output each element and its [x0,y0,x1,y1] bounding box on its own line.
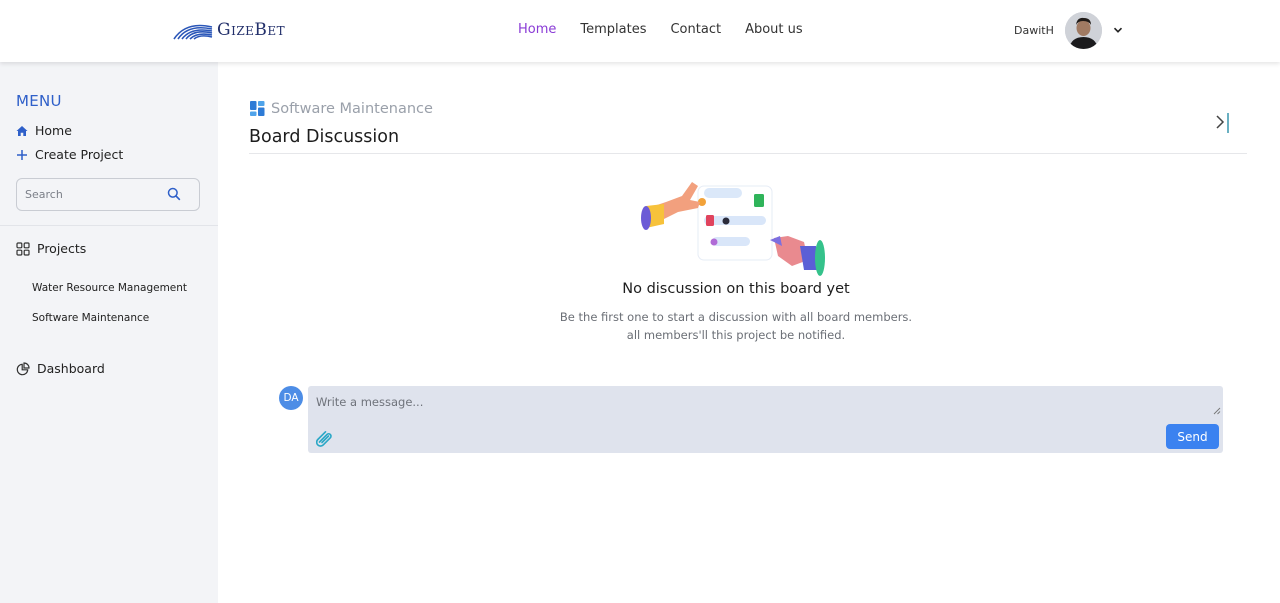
top-header: GizeBet Home Templates Contact About us … [0,0,1280,62]
empty-state-description: Be the first one to start a discussion w… [559,310,913,342]
brand-name: GizeBet [217,20,286,40]
sidebar-item-create-project[interactable]: Create Project [16,147,123,162]
avatar: DA [279,386,303,410]
empty-state-title: No discussion on this board yet [622,281,850,297]
message-input[interactable] [308,386,1223,417]
send-button[interactable]: Send [1166,424,1219,449]
chevron-down-icon[interactable] [1113,25,1123,35]
page-title: Board Discussion [249,127,400,147]
search-icon[interactable] [167,187,181,201]
message-composer: Send [308,386,1223,453]
chevron-right-icon[interactable] [1212,112,1232,134]
paperclip-icon[interactable] [316,429,335,447]
search-box [16,178,200,211]
nav-home[interactable]: Home [518,22,556,37]
home-icon [16,125,28,136]
breadcrumb-project[interactable]: Software Maintenance [271,101,433,117]
breadcrumb: Software Maintenance [249,100,433,117]
grid-icon [16,241,30,256]
nav-templates[interactable]: Templates [580,22,646,37]
sidebar-item-home[interactable]: Home [16,123,72,138]
user-photo-icon [1064,11,1102,49]
user-menu[interactable]: DawitH [1014,11,1123,49]
sidebar-item-label: Dashboard [37,361,105,376]
sidebar-item-label: Create Project [35,147,124,162]
main-nav: Home Templates Contact About us [518,22,803,37]
sidebar-item-label: Projects [37,241,87,256]
sidebar: MENU Home Create Project Projects Water … [0,62,218,603]
sidebar-item-projects[interactable]: Projects [16,241,86,256]
board-icon [250,101,265,116]
discussion-illustration [641,182,825,276]
nav-about-us[interactable]: About us [745,22,803,37]
resize-handle-icon[interactable] [1213,407,1221,415]
pie-chart-icon [16,361,30,375]
nav-contact[interactable]: Contact [670,22,721,37]
sidebar-divider [0,225,218,226]
logo-mark-icon [173,24,213,40]
plus-icon [17,149,27,160]
title-divider [249,153,1247,154]
brand-logo[interactable]: GizeBet [172,19,285,41]
sidebar-item-label: Home [35,123,72,138]
project-link-software-maintenance[interactable]: Software Maintenance [32,312,149,324]
menu-title: MENU [16,92,62,110]
user-avatar[interactable] [1064,11,1102,49]
user-name: DawitH [1014,23,1054,37]
search-input[interactable] [25,188,165,201]
sidebar-item-dashboard[interactable]: Dashboard [16,361,105,376]
